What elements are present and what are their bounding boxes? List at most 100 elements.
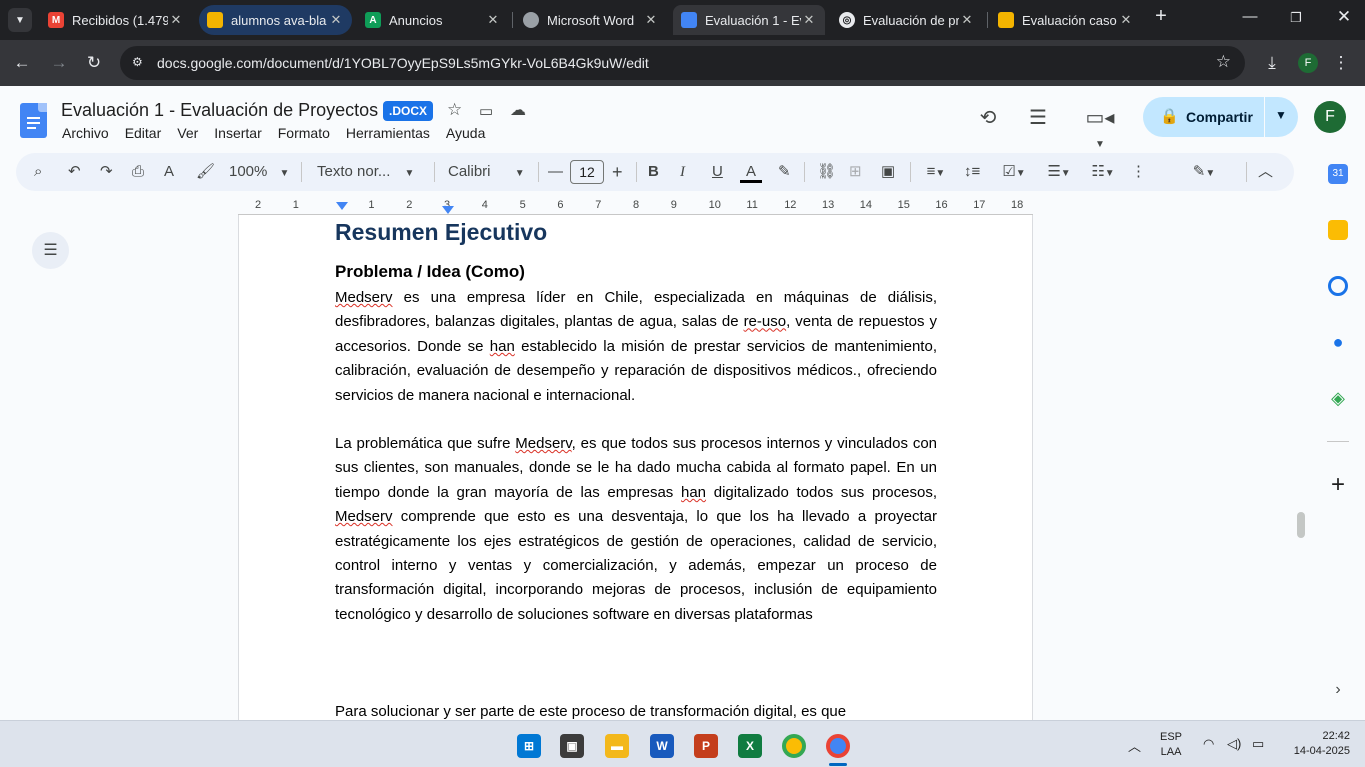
get-addons-icon[interactable]: +: [1328, 473, 1348, 497]
clock[interactable]: 22:42 14-04-2025: [1280, 730, 1350, 757]
url-text[interactable]: docs.google.com/document/d/1YOBL7OyyEpS9…: [157, 55, 649, 71]
document-page[interactable]: Resumen Ejecutivo Problema / Idea (Como)…: [238, 215, 1033, 720]
document-scrollbar[interactable]: [1297, 512, 1305, 538]
menu-ayuda[interactable]: Ayuda: [446, 125, 485, 141]
version-history-icon[interactable]: ⟲: [976, 105, 1000, 129]
increase-font-size-icon[interactable]: +: [612, 162, 623, 182]
comments-icon[interactable]: ☰: [1026, 105, 1050, 129]
spellcheck-flag[interactable]: han: [490, 338, 515, 355]
spellcheck-flag[interactable]: han: [681, 484, 706, 501]
numbered-list-icon[interactable]: ☷▼: [1085, 162, 1121, 182]
meet-video-icon[interactable]: ▭◂ ▼: [1080, 105, 1120, 150]
download-icon[interactable]: ⤓: [1261, 52, 1283, 74]
zoom-select[interactable]: 100% ▼: [229, 162, 289, 184]
show-side-panel-icon[interactable]: ›: [1328, 681, 1348, 701]
spellcheck-flag[interactable]: Medserv: [335, 508, 393, 525]
minimize-button[interactable]: —: [1238, 8, 1262, 25]
chrome-icon[interactable]: [782, 734, 806, 758]
close-icon[interactable]: ✕: [328, 12, 344, 28]
hide-menus-icon[interactable]: ︿: [1258, 162, 1273, 182]
excel-icon[interactable]: X: [738, 734, 762, 758]
browser-tab[interactable]: alumnos ava-bla ✕: [199, 5, 352, 35]
site-info-icon[interactable]: ⚙: [132, 55, 148, 71]
address-bar[interactable]: ⚙ docs.google.com/document/d/1YOBL7OyyEp…: [120, 46, 1245, 80]
more-options-icon[interactable]: ⋮: [1131, 162, 1146, 182]
battery-icon[interactable]: ▭: [1252, 736, 1264, 752]
reload-button[interactable]: ↻: [83, 52, 105, 74]
close-icon[interactable]: ✕: [643, 12, 659, 28]
share-dropdown-icon[interactable]: ▼: [1275, 108, 1287, 122]
font-size-input[interactable]: 12: [570, 160, 604, 184]
insert-image-icon[interactable]: ▣: [881, 162, 895, 182]
document-outline-button[interactable]: ☰: [32, 232, 69, 269]
browser-tab[interactable]: ◎ Evaluación de pr ✕: [831, 5, 983, 35]
tab-search-button[interactable]: ▼: [8, 8, 32, 32]
search-menus-icon[interactable]: ⌕: [34, 162, 42, 182]
horizontal-ruler[interactable]: 2 1 1 2 3 4 5 6 7 8 9 10 11 12 13 14 15 16 17 18: [238, 197, 1033, 215]
first-line-indent-marker[interactable]: [442, 206, 454, 214]
star-icon[interactable]: ☆: [447, 100, 462, 120]
spellcheck-flag[interactable]: Medserv: [515, 435, 571, 452]
powerpoint-icon[interactable]: P: [694, 734, 718, 758]
spellcheck-flag[interactable]: Medserv: [335, 289, 393, 306]
chrome-profile-icon[interactable]: [826, 734, 850, 758]
font-family-select[interactable]: Calibri ▼: [448, 162, 525, 184]
restore-button[interactable]: ❐: [1284, 10, 1308, 26]
keep-icon[interactable]: [1328, 220, 1348, 240]
checklist-icon[interactable]: ☑▼: [996, 162, 1032, 182]
tray-chevron-icon[interactable]: ︿: [1128, 736, 1141, 755]
menu-insertar[interactable]: Insertar: [214, 125, 261, 141]
calendar-icon[interactable]: 31: [1328, 164, 1348, 184]
undo-icon[interactable]: ↶: [68, 162, 81, 182]
file-explorer-icon[interactable]: ▬: [605, 734, 629, 758]
menu-archivo[interactable]: Archivo: [62, 125, 109, 141]
line-spacing-icon[interactable]: ↕≡: [964, 162, 980, 182]
paragraph-style-select[interactable]: Texto nor... ▼: [317, 162, 414, 184]
profile-avatar[interactable]: F: [1298, 53, 1318, 73]
close-window-button[interactable]: ✕: [1332, 7, 1356, 27]
browser-tab[interactable]: M Recibidos (1.479 ✕: [40, 5, 192, 35]
browser-tab-active[interactable]: Evaluación 1 - Ev ✕: [673, 5, 825, 35]
maps-icon[interactable]: ◈: [1328, 388, 1348, 408]
windows-start-icon[interactable]: ⊞: [517, 734, 541, 758]
browser-tab[interactable]: Microsoft Word ✕: [515, 5, 667, 35]
browser-tab[interactable]: A Anuncios ✕: [357, 5, 509, 35]
align-left-icon[interactable]: ≡▼: [920, 162, 952, 182]
decrease-font-size-icon[interactable]: —: [548, 162, 563, 182]
paint-format-icon[interactable]: 🖌: [196, 162, 215, 182]
volume-icon[interactable]: ◁): [1227, 736, 1241, 752]
menu-editar[interactable]: Editar: [125, 125, 162, 141]
wifi-icon[interactable]: ◠: [1203, 736, 1214, 752]
highlight-color-icon[interactable]: ✎: [778, 162, 791, 182]
bookmark-star-icon[interactable]: ☆: [1216, 52, 1231, 72]
account-avatar[interactable]: F: [1314, 101, 1346, 133]
share-button[interactable]: 🔒 Compartir ▼: [1143, 97, 1298, 137]
close-icon[interactable]: ✕: [485, 12, 501, 28]
back-button[interactable]: ←: [11, 52, 33, 74]
menu-ver[interactable]: Ver: [177, 125, 198, 141]
bulleted-list-icon[interactable]: ☰▼: [1041, 162, 1077, 182]
task-view-icon[interactable]: ▣: [560, 734, 584, 758]
menu-formato[interactable]: Formato: [278, 125, 330, 141]
document-title[interactable]: Evaluación 1 - Evaluación de Proyectos: [61, 100, 378, 121]
insert-link-icon[interactable]: ⛓: [817, 162, 836, 182]
close-icon[interactable]: ✕: [1118, 12, 1134, 28]
contacts-icon[interactable]: ●: [1328, 332, 1348, 352]
close-icon[interactable]: ✕: [168, 12, 184, 28]
add-comment-icon[interactable]: ⊞: [849, 162, 862, 182]
spellcheck-flag[interactable]: re-uso: [744, 313, 787, 330]
text-color-icon[interactable]: A: [740, 162, 762, 183]
print-icon[interactable]: ⎙: [132, 162, 144, 182]
browser-tab[interactable]: Evaluación caso ✕: [990, 5, 1142, 35]
underline-icon[interactable]: U: [712, 162, 723, 182]
move-folder-icon[interactable]: ▭: [479, 102, 493, 120]
redo-icon[interactable]: ↷: [100, 162, 113, 182]
word-icon[interactable]: W: [650, 734, 674, 758]
close-icon[interactable]: ✕: [959, 12, 975, 28]
forward-button[interactable]: →: [48, 52, 70, 74]
docs-logo-icon[interactable]: [20, 103, 47, 138]
new-tab-button[interactable]: +: [1149, 5, 1173, 28]
language-indicator[interactable]: ESP LAA: [1160, 731, 1182, 758]
italic-icon[interactable]: I: [680, 162, 685, 182]
close-icon[interactable]: ✕: [801, 12, 817, 28]
